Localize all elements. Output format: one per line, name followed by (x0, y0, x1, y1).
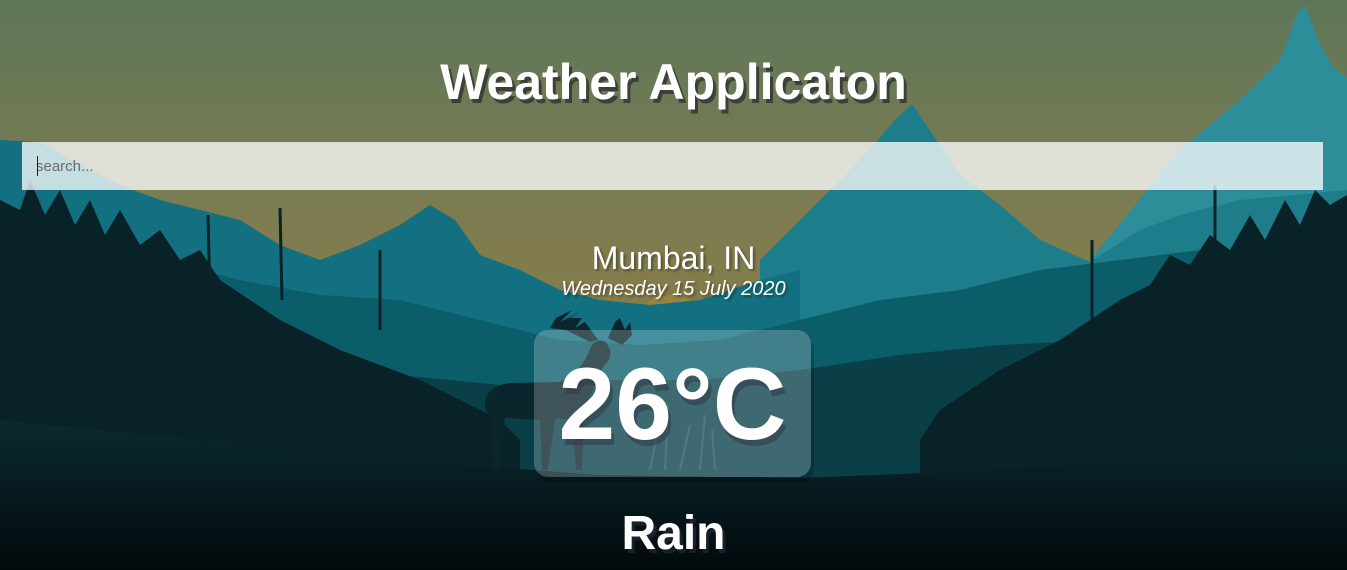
temperature-value: 26°C (558, 347, 787, 461)
app-title: Weather Applicaton (440, 54, 907, 110)
weather-condition: Rain (621, 507, 726, 560)
search-input[interactable] (22, 142, 1323, 190)
temperature-card: 26°C (534, 330, 811, 477)
location-label: Mumbai, IN (591, 240, 756, 276)
date-label: Wednesday 15 July 2020 (561, 278, 786, 300)
weather-app: Weather Applicaton Mumbai, IN Wednesday … (0, 0, 1347, 570)
text-cursor (37, 156, 38, 176)
